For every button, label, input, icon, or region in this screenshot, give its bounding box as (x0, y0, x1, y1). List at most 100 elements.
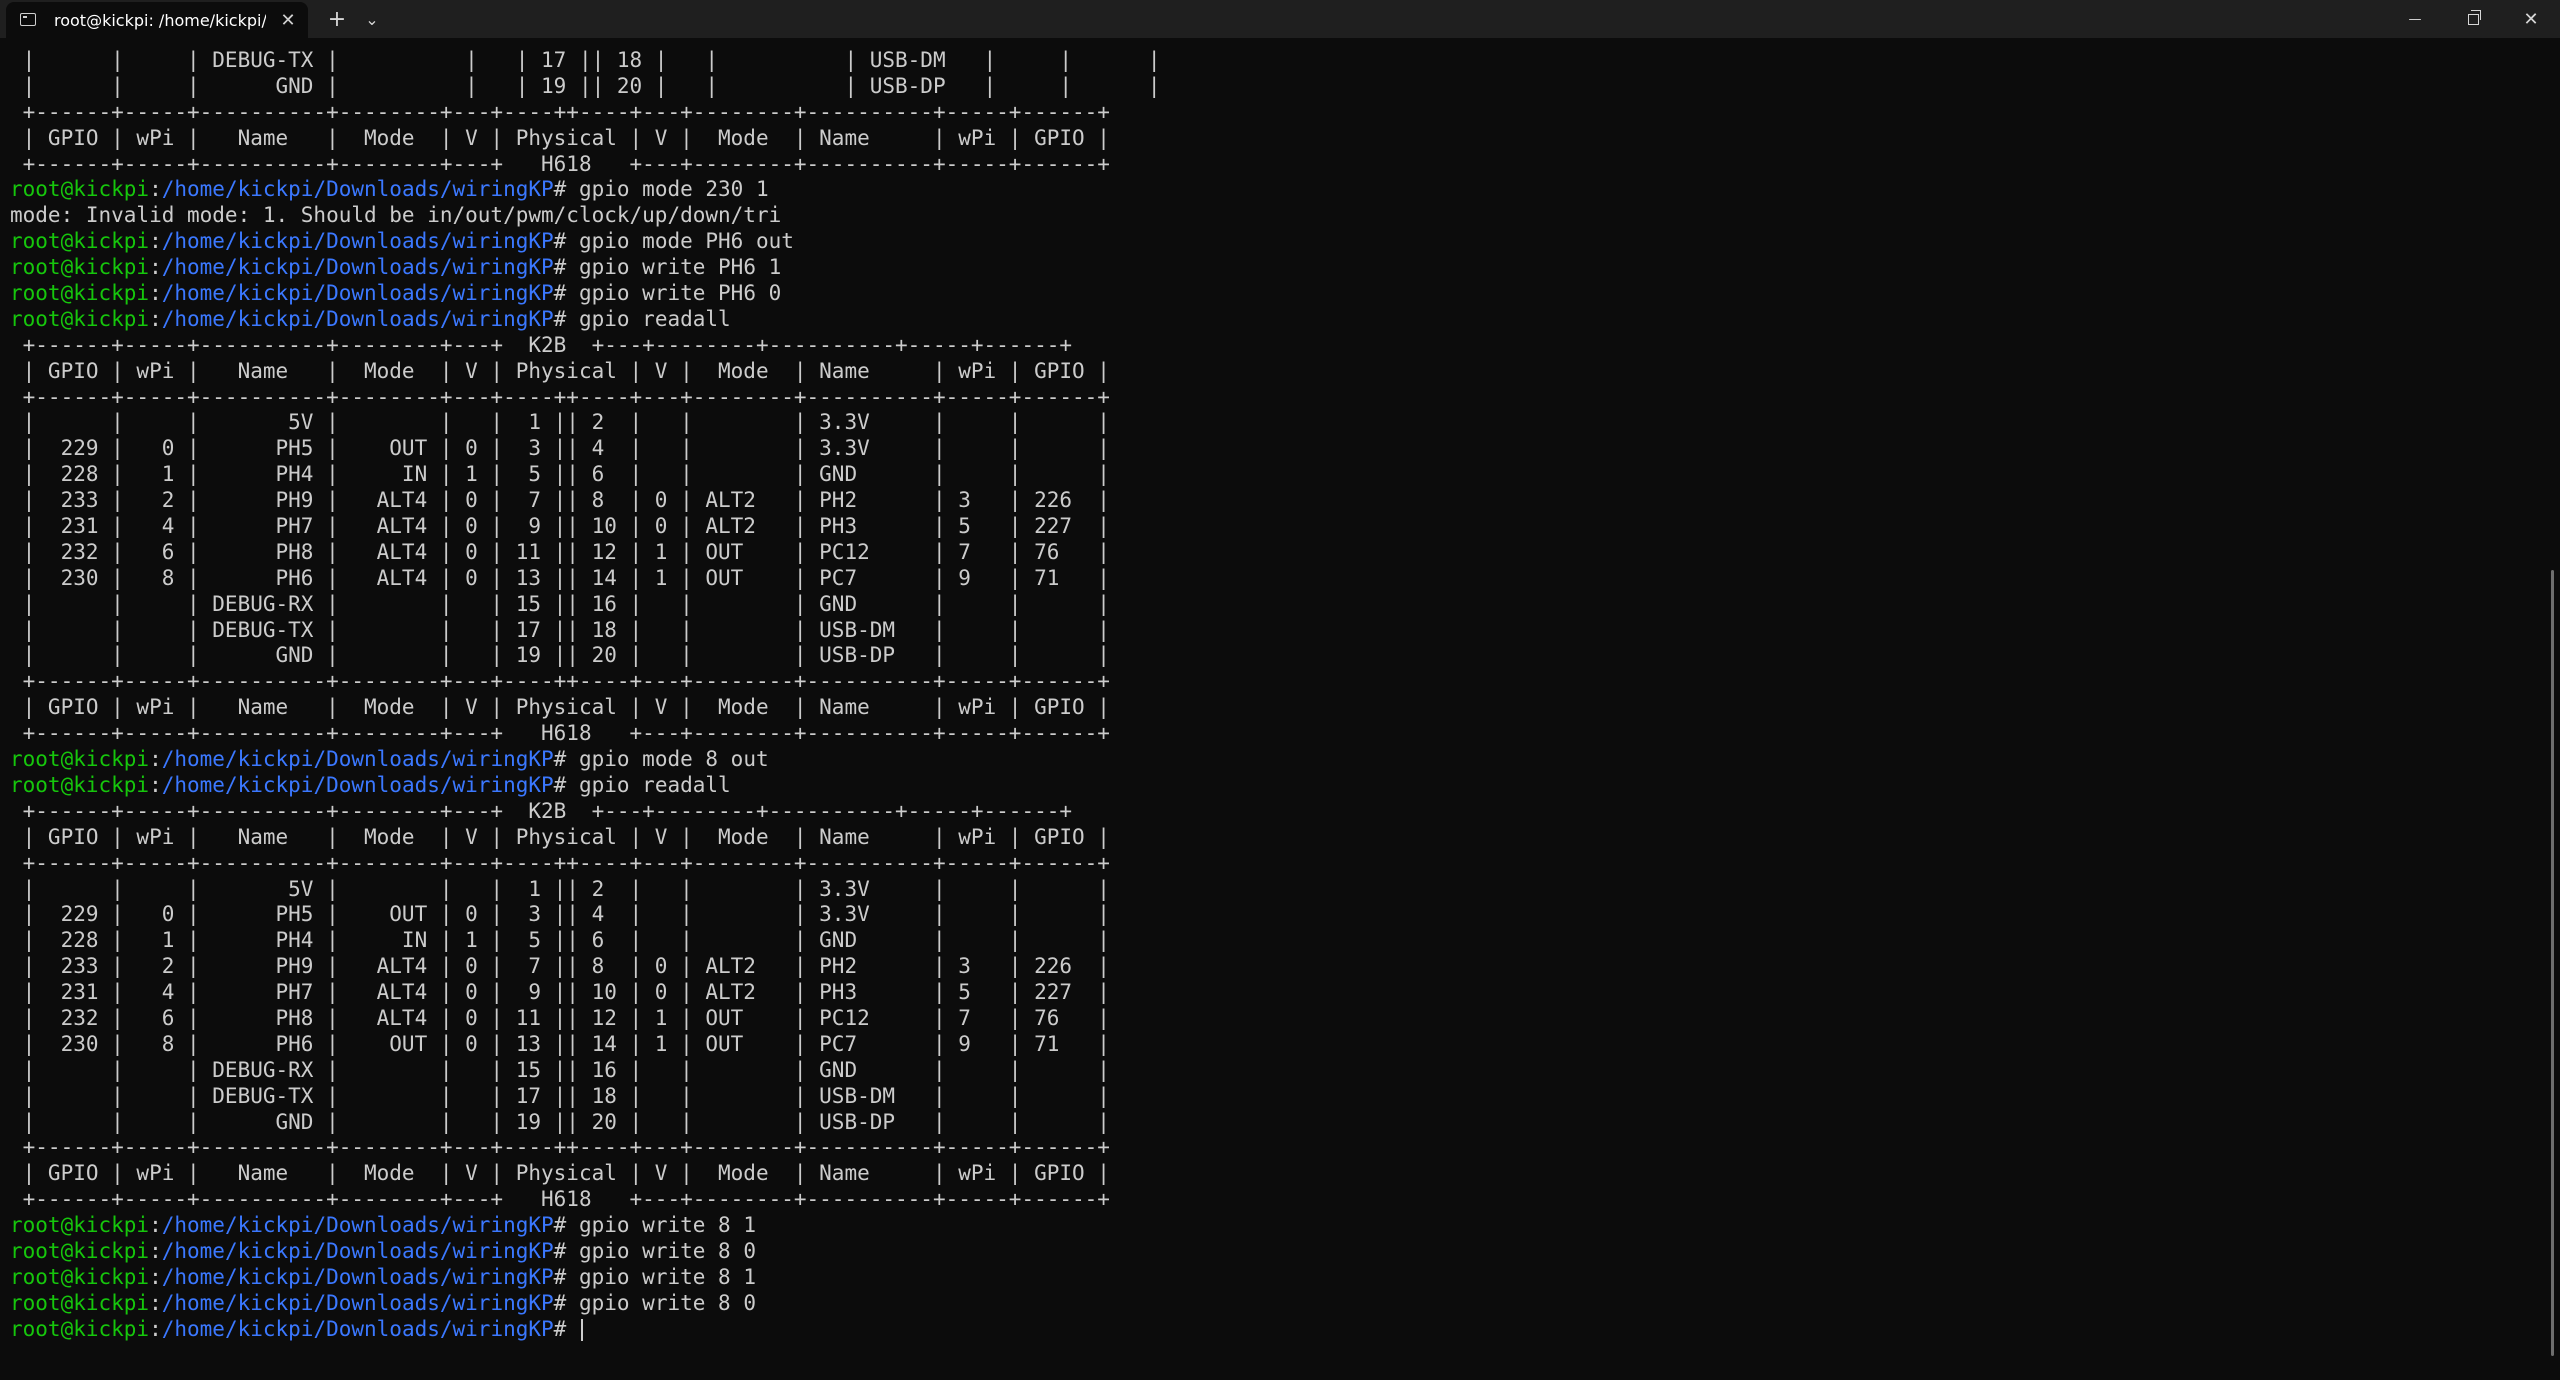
restore-icon (2467, 9, 2481, 25)
prompt-user: root@kickpi (10, 177, 150, 202)
prompt-symbol: # (553, 1238, 579, 1263)
close-icon: ✕ (2523, 8, 2539, 30)
chevron-down-icon: ⌄ (365, 9, 379, 29)
prompt-path: /home/kickpi/Downloads/wiringKP (161, 255, 554, 280)
output-line: | 233 | 2 | PH9 | ALT4 | 0 | 7 || 8 | 0 … (10, 488, 1110, 513)
prompt-symbol: # (553, 1316, 579, 1341)
output-line: | 231 | 4 | PH7 | ALT4 | 0 | 9 || 10 | 0… (10, 514, 1110, 539)
text-cursor (580, 1318, 583, 1341)
prompt-line: root@kickpi:/home/kickpi/Downloads/wirin… (10, 255, 2540, 281)
output-line: +------+-----+----------+--------+---+--… (10, 384, 1110, 409)
prompt-user: root@kickpi (10, 1290, 150, 1315)
prompt-path: /home/kickpi/Downloads/wiringKP (161, 1238, 554, 1263)
prompt-sep: : (149, 306, 162, 331)
prompt-line: root@kickpi:/home/kickpi/Downloads/wirin… (10, 281, 2540, 307)
prompt-sep: : (149, 1290, 162, 1315)
command-text: gpio readall (578, 306, 731, 331)
prompt-symbol: # (553, 1213, 579, 1238)
prompt-sep: : (149, 255, 162, 280)
prompt-symbol: # (553, 1264, 579, 1289)
command-text: gpio write 8 1 (578, 1264, 756, 1289)
tab-dropdown-button[interactable]: ⌄ (358, 4, 386, 34)
prompt-path: /home/kickpi/Downloads/wiringKP (161, 281, 554, 306)
prompt-sep: : (149, 281, 162, 306)
prompt-sep: : (149, 1238, 162, 1263)
output-line: | GPIO | wPi | Name | Mode | V | Physica… (10, 695, 1110, 720)
prompt-user: root@kickpi (10, 1238, 150, 1263)
prompt-line: root@kickpi:/home/kickpi/Downloads/wirin… (10, 307, 2540, 333)
output-line: | GPIO | wPi | Name | Mode | V | Physica… (10, 1161, 1110, 1186)
output-line: | | | DEBUG-TX | | | 17 || 18 | | | USB-… (10, 1083, 1110, 1108)
output-line: | | | DEBUG-TX | | | 17 || 18 | | | USB-… (10, 617, 1110, 642)
prompt-symbol: # (553, 255, 579, 280)
prompt-symbol: # (553, 177, 579, 202)
prompt-path: /home/kickpi/Downloads/wiringKP (161, 1264, 554, 1289)
output-line: | GPIO | wPi | Name | Mode | V | Physica… (10, 824, 1110, 849)
prompt-path: /home/kickpi/Downloads/wiringKP (161, 747, 554, 772)
close-icon: ✕ (280, 9, 296, 31)
output-line: | GPIO | wPi | Name | Mode | V | Physica… (10, 125, 1110, 150)
prompt-symbol: # (553, 306, 579, 331)
command-text: gpio write PH6 1 (578, 255, 782, 280)
minimize-button[interactable]: — (2386, 0, 2444, 38)
prompt-user: root@kickpi (10, 281, 150, 306)
prompt-path: /home/kickpi/Downloads/wiringKP (161, 1213, 554, 1238)
prompt-line: root@kickpi:/home/kickpi/Downloads/wirin… (10, 1265, 2540, 1291)
prompt-symbol: # (553, 772, 579, 797)
output-line: +------+-----+----------+--------+---+--… (10, 99, 1110, 124)
minimize-icon: — (2408, 11, 2422, 27)
output-line: | 233 | 2 | PH9 | ALT4 | 0 | 7 || 8 | 0 … (10, 954, 1110, 979)
output-line: | | | GND | | | 19 || 20 | | | USB-DP | … (10, 73, 1161, 98)
restore-button[interactable] (2444, 0, 2502, 38)
output-line: | 232 | 6 | PH8 | ALT4 | 0 | 11 || 12 | … (10, 539, 1110, 564)
prompt-user: root@kickpi (10, 255, 150, 280)
output-line: | | | DEBUG-RX | | | 15 || 16 | | | GND … (10, 1057, 1110, 1082)
output-line: | | | 5V | | | 1 || 2 | | | 3.3V | | | (10, 410, 1110, 435)
prompt-user: root@kickpi (10, 306, 150, 331)
prompt-user: root@kickpi (10, 229, 150, 254)
terminal-icon (20, 13, 36, 26)
prompt-user: root@kickpi (10, 1264, 150, 1289)
prompt-user: root@kickpi (10, 1316, 150, 1341)
prompt-path: /home/kickpi/Downloads/wiringKP (161, 772, 554, 797)
window-close-button[interactable]: ✕ (2502, 0, 2560, 38)
output-line: | | | GND | | | 19 || 20 | | | USB-DP | … (10, 643, 1110, 668)
prompt-line: root@kickpi:/home/kickpi/Downloads/wirin… (10, 229, 2540, 255)
output-line: | | | 5V | | | 1 || 2 | | | 3.3V | | | (10, 876, 1110, 901)
output-line: +------+-----+----------+--------+---+ H… (10, 721, 1110, 746)
output-line: | 230 | 8 | PH6 | OUT | 0 | 13 || 14 | 1… (10, 1031, 1110, 1056)
prompt-sep: : (149, 1264, 162, 1289)
prompt-line: root@kickpi:/home/kickpi/Downloads/wirin… (10, 773, 2540, 799)
output-line: | | | DEBUG-TX | | | 17 || 18 | | | USB-… (10, 48, 1161, 72)
output-line: | 228 | 1 | PH4 | IN | 1 | 5 || 6 | | | … (10, 462, 1110, 487)
prompt-sep: : (149, 1316, 162, 1341)
prompt-symbol: # (553, 281, 579, 306)
terminal-tab[interactable]: root@kickpi: /home/kickpi/Downloads/wiri… (6, 2, 308, 38)
scrollbar-thumb[interactable] (2551, 570, 2554, 1356)
tab-close-button[interactable]: ✕ (276, 8, 300, 32)
output-line: | 228 | 1 | PH4 | IN | 1 | 5 || 6 | | | … (10, 928, 1110, 953)
new-tab-button[interactable]: + (322, 4, 352, 34)
prompt-symbol: # (553, 229, 579, 254)
plus-icon: + (327, 6, 347, 32)
title-bar: root@kickpi: /home/kickpi/Downloads/wiri… (0, 0, 2560, 38)
output-line: +------+-----+----------+--------+---+ H… (10, 151, 1110, 176)
output-line: | | | DEBUG-RX | | | 15 || 16 | | | GND … (10, 591, 1110, 616)
prompt-path: /home/kickpi/Downloads/wiringKP (161, 1290, 554, 1315)
output-line: | 231 | 4 | PH7 | ALT4 | 0 | 9 || 10 | 0… (10, 980, 1110, 1005)
prompt-user: root@kickpi (10, 1213, 150, 1238)
terminal-output[interactable]: | | | DEBUG-TX | | | 17 || 18 | | | USB-… (10, 48, 2540, 1373)
prompt-symbol: # (553, 747, 579, 772)
prompt-sep: : (149, 1213, 162, 1238)
prompt-line: root@kickpi:/home/kickpi/Downloads/wirin… (10, 177, 2540, 203)
output-line: +------+-----+----------+--------+---+--… (10, 850, 1110, 875)
command-text: gpio write PH6 0 (578, 281, 782, 306)
output-line: +------+-----+----------+--------+---+ K… (10, 798, 1073, 823)
prompt-line: root@kickpi:/home/kickpi/Downloads/wirin… (10, 1317, 2540, 1343)
command-text: gpio mode PH6 out (578, 229, 794, 254)
prompt-path: /home/kickpi/Downloads/wiringKP (161, 306, 554, 331)
prompt-line: root@kickpi:/home/kickpi/Downloads/wirin… (10, 1291, 2540, 1317)
prompt-user: root@kickpi (10, 747, 150, 772)
prompt-line: root@kickpi:/home/kickpi/Downloads/wirin… (10, 1239, 2540, 1265)
prompt-sep: : (149, 177, 162, 202)
